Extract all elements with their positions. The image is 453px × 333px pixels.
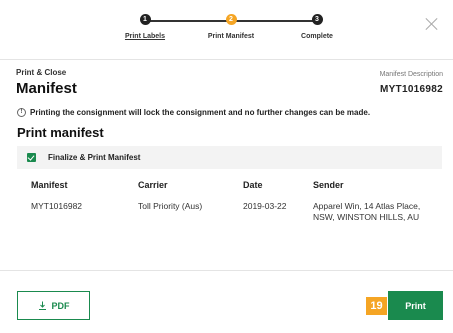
step-print-manifest: 2 Print Manifest [186,14,276,40]
step-number: 2 [225,14,237,25]
count-badge: 19 [366,297,387,315]
print-button[interactable]: Print [388,291,443,320]
warning-message: ! Printing the consignment will lock the… [17,108,370,117]
section-title: Print manifest [17,125,104,140]
footer: PDF 19 Print [0,270,453,333]
pdf-button[interactable]: PDF [17,291,90,320]
step-number: 3 [311,14,323,25]
manifest-table: Manifest Carrier Date Sender MYT1016982 … [17,175,442,223]
page-title: Manifest [16,80,77,97]
column-header: Carrier [138,180,168,190]
table-cell-date: 2019-03-22 [243,201,287,211]
step-label[interactable]: Print Labels [100,33,190,40]
column-header: Sender [313,180,344,190]
stepper: 1 Print Labels 2 Print Manifest 3 Comple… [0,0,453,60]
table-row: MYT1016982 Toll Priority (Aus) 2019-03-2… [17,195,442,223]
column-header: Date [243,180,263,190]
table-cell-manifest: MYT1016982 [31,201,83,211]
table-cell-sender: Apparel Win, 14 Atlas Place, NSW, WINSTO… [313,201,421,222]
finalize-checkbox[interactable] [27,153,36,162]
header: Print & Close Manifest Manifest Descript… [16,68,443,97]
finalize-row[interactable]: Finalize & Print Manifest [17,146,442,169]
step-complete: 3 Complete [272,14,362,40]
column-header: Manifest [31,180,68,190]
warning-text: Printing the consignment will lock the c… [30,108,371,117]
table-cell-carrier: Toll Priority (Aus) [138,201,203,211]
table-header: Manifest Carrier Date Sender [17,175,442,195]
step-label: Print Manifest [207,33,255,40]
step-number: 1 [139,14,151,25]
download-icon [38,301,47,310]
info-icon: ! [17,108,26,117]
manifest-description-label: Manifest Description [379,71,443,78]
manifest-description-value: MYT1016982 [379,84,443,95]
pdf-button-label: PDF [51,300,70,311]
close-icon[interactable] [425,17,439,31]
step-print-labels[interactable]: 1 Print Labels [100,14,190,40]
step-label: Complete [301,33,333,40]
finalize-label: Finalize & Print Manifest [48,153,141,162]
